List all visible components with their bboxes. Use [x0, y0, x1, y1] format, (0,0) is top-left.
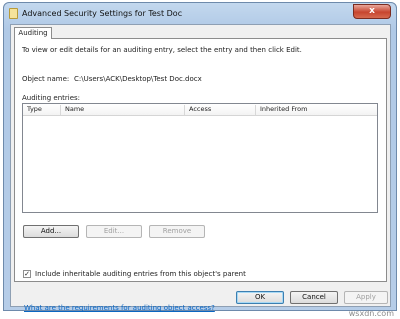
- column-header-name[interactable]: Name: [61, 105, 185, 115]
- cancel-button[interactable]: Cancel: [290, 291, 338, 304]
- close-button[interactable]: x: [353, 4, 391, 19]
- object-name-value: C:\Users\ACK\Desktop\Test Doc.docx: [74, 75, 202, 83]
- column-header-type[interactable]: Type: [23, 105, 61, 115]
- remove-button[interactable]: Remove: [149, 225, 205, 238]
- apply-button[interactable]: Apply: [344, 291, 388, 304]
- folder-icon: [9, 8, 18, 19]
- tab-auditing[interactable]: Auditing: [14, 27, 52, 39]
- inherit-checkbox-label[interactable]: Include inheritable auditing entries fro…: [35, 270, 246, 278]
- help-link[interactable]: What are the requirements for auditing o…: [24, 304, 215, 312]
- window-title: Advanced Security Settings for Test Doc: [22, 9, 183, 18]
- add-button[interactable]: Add...: [23, 225, 79, 238]
- dialog-window: Advanced Security Settings for Test Doc …: [3, 2, 397, 312]
- auditing-entries-label: Auditing entries:: [22, 94, 81, 102]
- object-name-label: Object name:: [22, 75, 70, 83]
- list-header: Type Name Access Inherited From: [23, 104, 377, 116]
- auditing-panel: To view or edit details for an auditing …: [14, 38, 387, 312]
- instructions-text: To view or edit details for an auditing …: [22, 46, 302, 54]
- auditing-entries-list[interactable]: Type Name Access Inherited From: [22, 103, 378, 213]
- edit-button[interactable]: Edit...: [86, 225, 142, 238]
- ok-button[interactable]: OK: [236, 291, 284, 304]
- inherit-checkbox[interactable]: ✓: [23, 270, 31, 278]
- column-header-inherited-from[interactable]: Inherited From: [256, 105, 377, 115]
- dialog-body: Auditing To view or edit details for an …: [10, 24, 391, 312]
- title-bar[interactable]: Advanced Security Settings for Test Doc …: [4, 3, 396, 25]
- watermark-text: wsxdn.com: [348, 309, 394, 318]
- column-header-access[interactable]: Access: [185, 105, 256, 115]
